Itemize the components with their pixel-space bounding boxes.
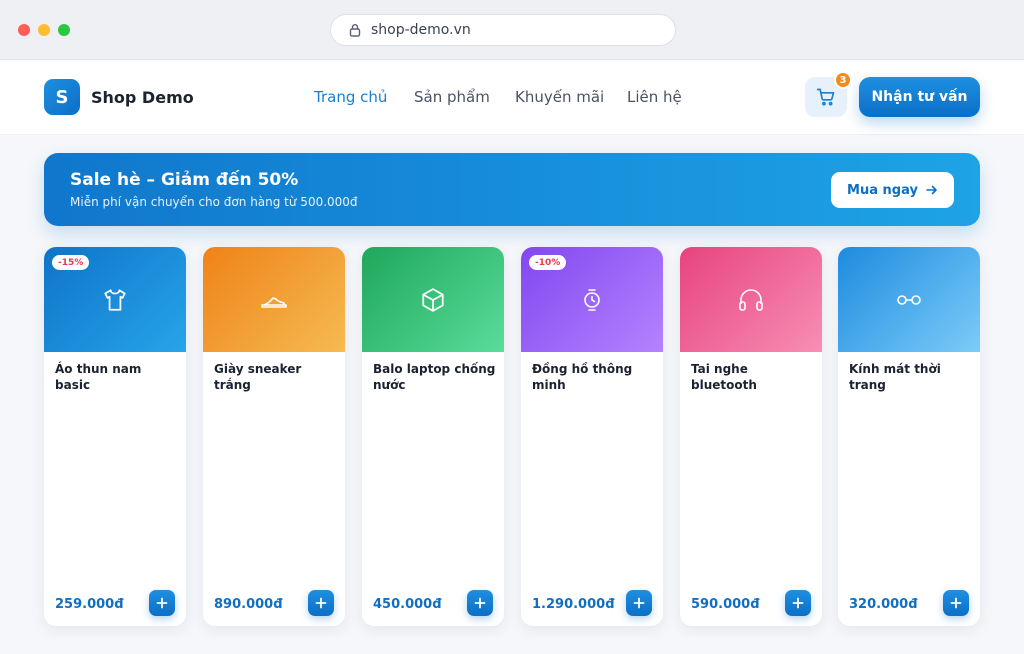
watch-icon: [584, 288, 600, 311]
glasses-icon: [897, 294, 921, 305]
browser-window: shop-demo.vn S Shop Demo Trang chủ Sản p…: [0, 0, 1024, 654]
discount-badge: -10%: [529, 255, 567, 270]
add-to-cart-button[interactable]: [467, 590, 493, 616]
buy-now-button[interactable]: Mua ngay: [831, 172, 954, 208]
product-price: 259.000đ: [55, 597, 124, 612]
product-price: 1.290.000đ: [532, 597, 615, 612]
minimize-window-button[interactable]: [38, 24, 50, 36]
add-to-cart-button[interactable]: [785, 590, 811, 616]
arrow-right-icon: [926, 185, 937, 195]
plus-icon: [633, 597, 645, 609]
close-window-button[interactable]: [18, 24, 30, 36]
logo-letter: S: [55, 86, 69, 108]
lock-icon: [349, 24, 361, 37]
box-icon: [422, 287, 444, 312]
product-price: 450.000đ: [373, 597, 442, 612]
product-card[interactable]: Balo laptop chống nước 450.000đ: [362, 247, 504, 626]
tshirt-icon: [104, 288, 126, 311]
product-name[interactable]: Giày sneaker trắng: [214, 361, 338, 393]
product-price: 590.000đ: [691, 597, 760, 612]
nav-san-pham[interactable]: Sản phẩm: [414, 88, 490, 106]
product-image: [203, 247, 345, 352]
add-to-cart-button[interactable]: [626, 590, 652, 616]
brand-name[interactable]: Shop Demo: [91, 88, 194, 107]
consult-button[interactable]: Nhận tư vấn: [859, 77, 980, 117]
url-text: shop-demo.vn: [371, 22, 471, 38]
plus-icon: [156, 597, 168, 609]
product-card[interactable]: -10% Đồng hồ thông minh 1.290.000đ: [521, 247, 663, 626]
product-image: [838, 247, 980, 352]
sneaker-icon: [261, 296, 287, 308]
plus-icon: [950, 597, 962, 609]
discount-badge: -15%: [52, 255, 90, 270]
cart-icon: [816, 88, 835, 106]
product-name[interactable]: Balo laptop chống nước: [373, 361, 497, 393]
product-price: 890.000đ: [214, 597, 283, 612]
plus-icon: [474, 597, 486, 609]
headphones-icon: [739, 288, 763, 311]
nav-khuyen-mai[interactable]: Khuyến mãi: [515, 88, 604, 106]
product-price: 320.000đ: [849, 597, 918, 612]
banner-title: Sale hè – Giảm đến 50%: [70, 170, 299, 190]
add-to-cart-button[interactable]: [308, 590, 334, 616]
product-image: [680, 247, 822, 352]
add-to-cart-button[interactable]: [149, 590, 175, 616]
product-name[interactable]: Đồng hồ thông minh: [532, 361, 656, 393]
product-card[interactable]: Kính mát thời trang 320.000đ: [838, 247, 980, 626]
maximize-window-button[interactable]: [58, 24, 70, 36]
product-image: [362, 247, 504, 352]
add-to-cart-button[interactable]: [943, 590, 969, 616]
product-name[interactable]: Kính mát thời trang: [849, 361, 973, 393]
address-bar[interactable]: shop-demo.vn: [330, 14, 676, 46]
browser-titlebar: shop-demo.vn: [0, 0, 1024, 60]
buy-now-label: Mua ngay: [847, 182, 918, 198]
product-name[interactable]: Áo thun nam basic: [55, 361, 179, 393]
nav-trang-chu[interactable]: Trang chủ: [314, 88, 387, 106]
logo[interactable]: S: [44, 79, 80, 115]
nav-lien-he[interactable]: Liên hệ: [627, 88, 682, 106]
product-name[interactable]: Tai nghe bluetooth: [691, 361, 815, 393]
plus-icon: [315, 597, 327, 609]
product-card[interactable]: Giày sneaker trắng 890.000đ: [203, 247, 345, 626]
banner-subtitle: Miễn phí vận chuyển cho đơn hàng từ 500.…: [70, 195, 358, 209]
product-card[interactable]: Tai nghe bluetooth 590.000đ: [680, 247, 822, 626]
plus-icon: [792, 597, 804, 609]
cart-count-badge: 3: [834, 71, 852, 89]
product-card[interactable]: -15% Áo thun nam basic 259.000đ: [44, 247, 186, 626]
